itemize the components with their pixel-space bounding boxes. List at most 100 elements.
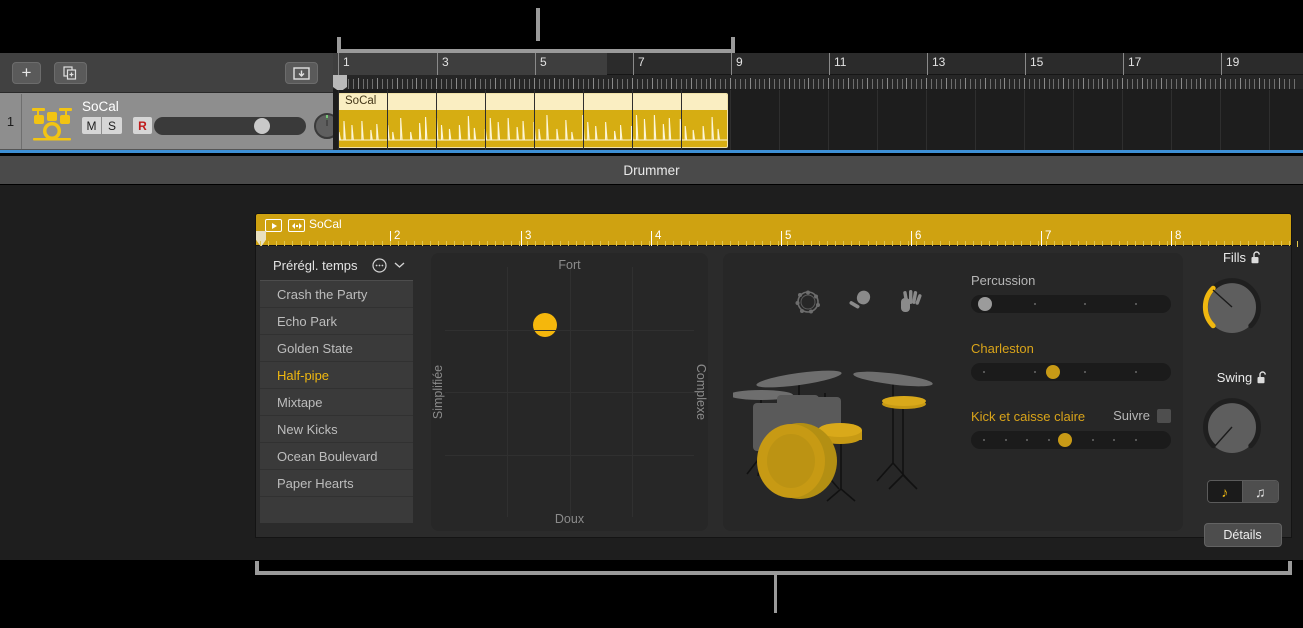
preset-item[interactable]: Crash the Party [260,281,413,308]
cycle-area[interactable] [333,53,607,75]
ruler-tick [1224,79,1226,89]
ruler-tick [1009,79,1011,89]
mute-solo-group: M S [81,116,123,135]
track-name: SoCal [82,99,119,114]
slider-track[interactable] [971,295,1171,313]
shaker-icon[interactable] [847,289,872,314]
more-options-icon[interactable] [372,257,387,273]
preset-item[interactable]: Ocean Boulevard [260,443,413,470]
lane-gridline [632,90,633,150]
xy-label-top: Fort [558,258,581,272]
timeline-ruler[interactable]: 1 3 5 7 9 11 13 15 17 19 [333,53,1303,75]
fills-knob[interactable] [1196,271,1268,343]
track-lane[interactable]: SoCal [333,90,1303,150]
xy-pad[interactable]: Fort Doux Simplifiée Complexe [431,253,708,531]
ruler-tick [1195,79,1197,89]
track-row[interactable]: 1 SoCal M S R [0,94,340,150]
unlock-icon[interactable] [1251,251,1262,264]
ruler-tick [426,79,428,89]
ruler-tick [509,79,511,89]
slider-tick [1135,303,1137,305]
ruler-tick [357,78,359,89]
ruler-tick [852,79,854,89]
lane-gridline [828,90,829,150]
preset-column: Prérégl. temps Crash the Party Echo Park G… [260,250,413,534]
region-play-icon[interactable] [265,219,282,232]
xy-gridline-horizontal [445,454,694,456]
preset-item[interactable]: Paper Hearts [260,470,413,497]
ruler-tick [960,79,962,89]
tambourine-icon[interactable] [795,290,821,314]
clap-icon[interactable] [898,289,925,314]
ruler-tick [725,79,727,89]
lane-gridline [1024,90,1025,150]
slider-track[interactable] [971,431,1171,449]
editor-playhead[interactable] [256,231,266,247]
ruler-tick [926,78,927,89]
drum-kit-illustration[interactable] [733,333,973,523]
slider-thumb[interactable] [1045,365,1060,379]
mute-button[interactable]: M [81,116,102,135]
volume-slider[interactable] [154,117,306,135]
timeline-subdivision-ruler [333,75,1303,89]
chevron-down-icon[interactable] [394,261,405,269]
callout-bracket-bottom [255,561,1292,613]
editor-ruler-tick [1296,241,1298,247]
track-controls: M S R [81,116,153,135]
ruler-tick [872,79,874,89]
follow-checkbox[interactable] [1157,408,1171,423]
duplicate-track-button[interactable] [54,62,87,84]
preset-item[interactable]: New Kicks [260,416,413,443]
preset-list[interactable]: Crash the Party Echo Park Golden State Half… [260,280,413,523]
ruler-tick [455,78,457,89]
volume-slider-thumb[interactable] [254,118,270,134]
editor-region-ruler[interactable]: SoCal 2 3 4 5 6 7 8 [255,213,1298,247]
preset-item[interactable]: Echo Park [260,308,413,335]
import-media-button[interactable] [285,62,318,84]
ruler-tick [514,78,516,89]
xy-pad-puck[interactable] [532,312,557,337]
track-header-toolbar: + [0,53,333,93]
unlock-icon[interactable] [1257,371,1268,384]
preset-item[interactable]: Mixtape [260,389,413,416]
ruler-tick [783,79,785,89]
lane-gridline [485,90,486,150]
callout-stem-bottom [774,573,777,613]
follow-control: Suivre [1113,408,1171,423]
xy-label-bottom: Doux [554,512,585,526]
slider-tick [1084,371,1087,373]
ruler-tick [891,79,893,89]
ruler-tick [421,79,423,89]
preset-item[interactable]: Half-pipe [260,362,413,389]
callout-cap-left-bottom [255,561,259,575]
ruler-tick [1019,79,1021,89]
slider-track[interactable] [971,363,1171,381]
ruler-tick [847,78,849,89]
slider-thumb[interactable] [977,297,992,311]
ruler-tick [769,78,771,89]
slider-thumb[interactable] [1058,433,1073,447]
region-loop-icon[interactable] [288,219,305,232]
drummer-region[interactable]: SoCal [338,93,728,148]
xy-pad-grid[interactable] [445,267,694,517]
ruler-tick [538,79,540,89]
lane-gridline [1122,90,1123,150]
ruler-tick [553,78,555,89]
slider-tick [1026,439,1029,441]
details-button[interactable]: Détails [1203,523,1282,547]
ruler-tick [744,79,746,89]
waveform-path [339,114,727,141]
ruler-tick [739,79,741,89]
record-enable-button[interactable]: R [132,116,153,135]
ruler-tick [499,79,501,89]
ruler-tick [387,79,388,89]
ruler-tick [1112,79,1114,89]
note-16th-button[interactable]: ♫ [1242,481,1278,502]
solo-button[interactable]: S [102,116,123,135]
ruler-tick [416,78,418,89]
preset-item[interactable]: Golden State [260,335,413,362]
swing-knob[interactable] [1196,391,1268,463]
note-8th-button[interactable]: ♪ [1207,481,1242,502]
add-track-button[interactable]: + [12,62,41,84]
ruler-tick [896,79,898,89]
